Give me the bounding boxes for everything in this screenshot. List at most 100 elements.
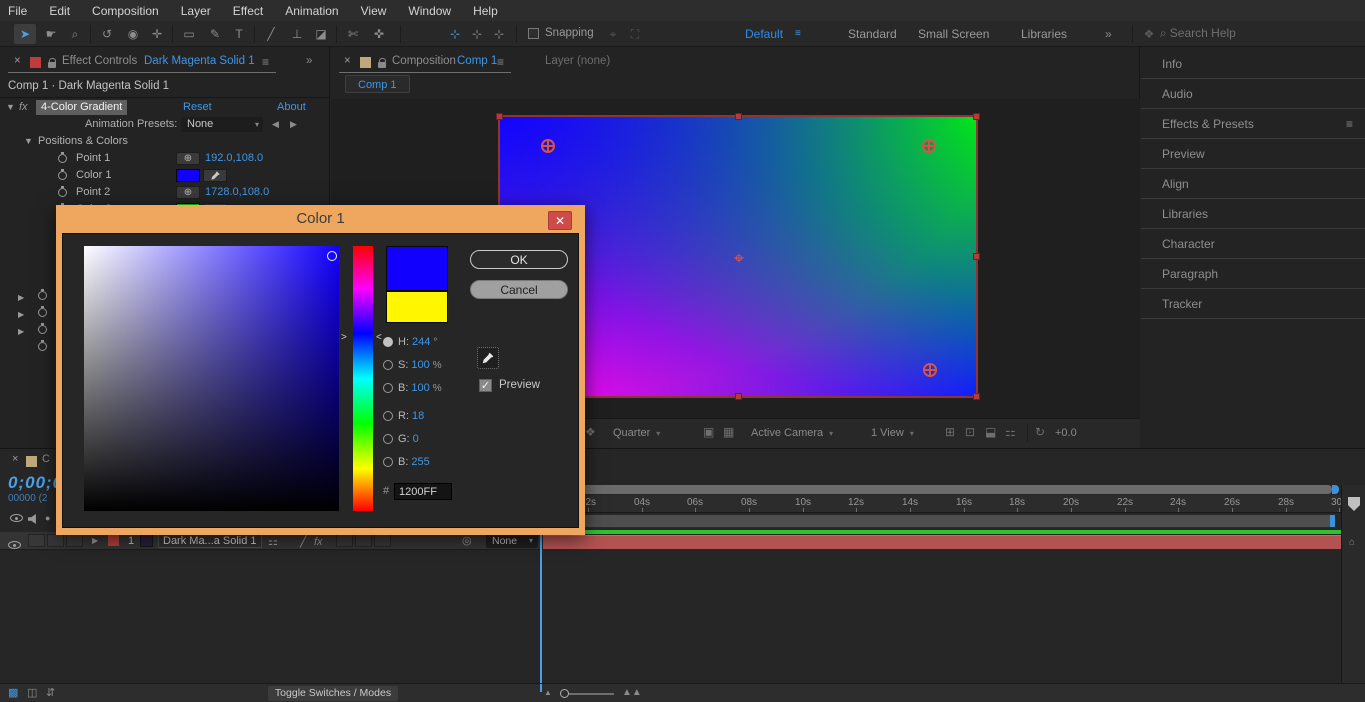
shape-tool-icon[interactable]: ▭ <box>178 24 200 44</box>
local-axis-mode-icon[interactable]: ⊹ <box>444 24 466 44</box>
audio-column-icon[interactable] <box>28 514 39 524</box>
workspace-overflow-chevron[interactable]: » <box>1105 24 1112 44</box>
effect-reset-link[interactable]: Reset <box>183 99 212 116</box>
search-help-input[interactable] <box>1170 23 1340 43</box>
rotate-tool-icon[interactable]: ↺ <box>96 24 118 44</box>
color-field-marker[interactable] <box>327 251 337 261</box>
toggle-switches-modes-button[interactable]: Toggle Switches / Modes <box>268 686 398 701</box>
panel-preview[interactable]: Preview <box>1141 139 1365 169</box>
blue-radio[interactable] <box>383 457 393 467</box>
menu-effect[interactable]: Effect <box>233 4 263 18</box>
layer-duration-bar[interactable] <box>543 535 1341 549</box>
quality-slash-icon[interactable]: ╱ <box>300 533 307 551</box>
pen-tool-icon[interactable]: ✎ <box>204 24 226 44</box>
world-axis-mode-icon[interactable]: ⊹ <box>466 24 488 44</box>
effect-about-link[interactable]: About <box>277 99 306 116</box>
workspace-tab-libraries[interactable]: Libraries <box>1021 24 1067 44</box>
effect-point-button[interactable]: ⊕ <box>176 152 200 165</box>
comp-marker-icon[interactable] <box>1348 497 1360 511</box>
point4-control-icon[interactable] <box>923 363 937 377</box>
close-icon[interactable]: × <box>14 55 21 67</box>
menu-view[interactable]: View <box>361 4 387 18</box>
mask-visibility-icon[interactable]: ⊡ <box>965 425 975 439</box>
panel-menu-icon[interactable]: ≡ <box>497 55 504 69</box>
switch-box[interactable] <box>336 534 353 547</box>
preview-checkbox[interactable]: ✓ <box>479 379 492 392</box>
fx-switch-icon[interactable]: fx <box>314 533 323 551</box>
red-radio[interactable] <box>383 411 393 421</box>
effect-name[interactable]: 4-Color Gradient <box>36 100 127 115</box>
hue-slider[interactable] <box>353 246 373 511</box>
brush-tool-icon[interactable]: ╱ <box>260 24 282 44</box>
switch-box[interactable] <box>374 534 391 547</box>
panel-paragraph[interactable]: Paragraph <box>1141 259 1365 289</box>
zoom-tool-icon[interactable]: ⌕ <box>64 24 86 44</box>
panel-libraries[interactable]: Libraries <box>1141 199 1365 229</box>
zoom-in-mountain-icon[interactable]: ▲▲ <box>622 687 642 698</box>
pan-behind-tool-icon[interactable]: ✛ <box>146 24 168 44</box>
menu-composition[interactable]: Composition <box>92 4 159 18</box>
grid-guides-icon[interactable]: ⊞ <box>945 425 955 439</box>
current-time-display[interactable]: 0;00;0 <box>8 473 63 493</box>
menu-help[interactable]: Help <box>473 4 498 18</box>
eyedropper-icon[interactable] <box>203 169 227 182</box>
timeline-tab-label[interactable]: C <box>42 453 50 465</box>
eyedropper-button[interactable] <box>477 347 499 369</box>
channel-icon[interactable]: ❖ <box>585 425 596 439</box>
stopwatch-icon[interactable] <box>38 291 47 300</box>
roto-brush-tool-icon[interactable]: ✄ <box>342 24 364 44</box>
stopwatch-icon[interactable] <box>58 154 67 163</box>
timeline-zoom-slider-track[interactable] <box>562 693 614 695</box>
selection-tool-icon[interactable]: ➤ <box>14 24 36 44</box>
hue-radio[interactable] <box>383 337 393 347</box>
layer-lock-switch[interactable] <box>66 534 83 547</box>
close-icon[interactable]: × <box>12 453 18 465</box>
parent-dropdown[interactable]: None ▾ <box>486 534 538 548</box>
effect-controls-tab-label[interactable]: Effect Controls <box>62 55 137 67</box>
panel-audio[interactable]: Audio <box>1141 79 1365 109</box>
effect-controls-tab-target[interactable]: Dark Magenta Solid 1 <box>144 55 255 67</box>
color1-swatch[interactable] <box>176 169 200 182</box>
selection-handle[interactable] <box>973 253 980 260</box>
text-tool-icon[interactable]: T <box>228 24 250 44</box>
preset-next-icon[interactable]: ▶ <box>290 116 297 133</box>
ok-button[interactable]: OK <box>470 250 568 269</box>
snapping-checkbox[interactable] <box>528 28 539 39</box>
transfer-controls-icon[interactable]: ◫ <box>27 686 37 699</box>
layer-name[interactable]: Dark Ma...a Solid 1 <box>158 533 262 548</box>
snap-option-icon[interactable]: ⌖ <box>602 24 624 44</box>
anchor-point-icon[interactable]: ⌖ <box>730 249 748 267</box>
workspace-menu-icon[interactable]: ≡ <box>795 24 801 44</box>
menu-window[interactable]: Window <box>408 4 451 18</box>
selection-handle[interactable] <box>735 113 742 120</box>
panel-effects-presets[interactable]: Effects & Presets ≡ <box>1141 109 1365 139</box>
lock-icon[interactable] <box>48 62 56 68</box>
preset-prev-icon[interactable]: ◀ <box>272 116 279 133</box>
menu-layer[interactable]: Layer <box>181 4 211 18</box>
selection-handle[interactable] <box>973 393 980 400</box>
composition-tab-label[interactable]: Composition <box>392 55 456 67</box>
panel-align[interactable]: Align <box>1141 169 1365 199</box>
workspace-tab-small-screen[interactable]: Small Screen <box>918 24 989 44</box>
puppet-pin-tool-icon[interactable]: ✜ <box>368 24 390 44</box>
work-area-bar[interactable] <box>542 514 1336 528</box>
layer-solo-switch[interactable] <box>47 534 64 547</box>
stopwatch-icon[interactable] <box>38 342 47 351</box>
brightness-radio[interactable] <box>383 383 393 393</box>
video-column-icon[interactable] <box>10 514 23 522</box>
viewer-comp-tab[interactable]: Comp 1 <box>345 75 410 93</box>
close-icon[interactable]: × <box>344 55 351 67</box>
selection-handle[interactable] <box>735 393 742 400</box>
param-value[interactable]: 1728.0,108.0 <box>205 184 269 201</box>
collapse-triangle-icon[interactable]: ▼ <box>24 133 33 150</box>
composition-tab-target[interactable]: Comp 1 <box>457 55 497 67</box>
layer-visibility-icon[interactable] <box>8 541 21 549</box>
exposure-value[interactable]: +0.0 <box>1055 424 1077 442</box>
hand-tool-icon[interactable]: ☛ <box>40 24 62 44</box>
saturation-brightness-field[interactable] <box>84 246 339 511</box>
timeline-jump-icon[interactable]: ⬓ <box>985 425 996 439</box>
camera-tool-icon[interactable]: ◉ <box>122 24 144 44</box>
comp-marker-bin-icon[interactable]: ⌂ <box>1349 537 1355 548</box>
selection-handle[interactable] <box>973 113 980 120</box>
stopwatch-icon[interactable] <box>38 308 47 317</box>
